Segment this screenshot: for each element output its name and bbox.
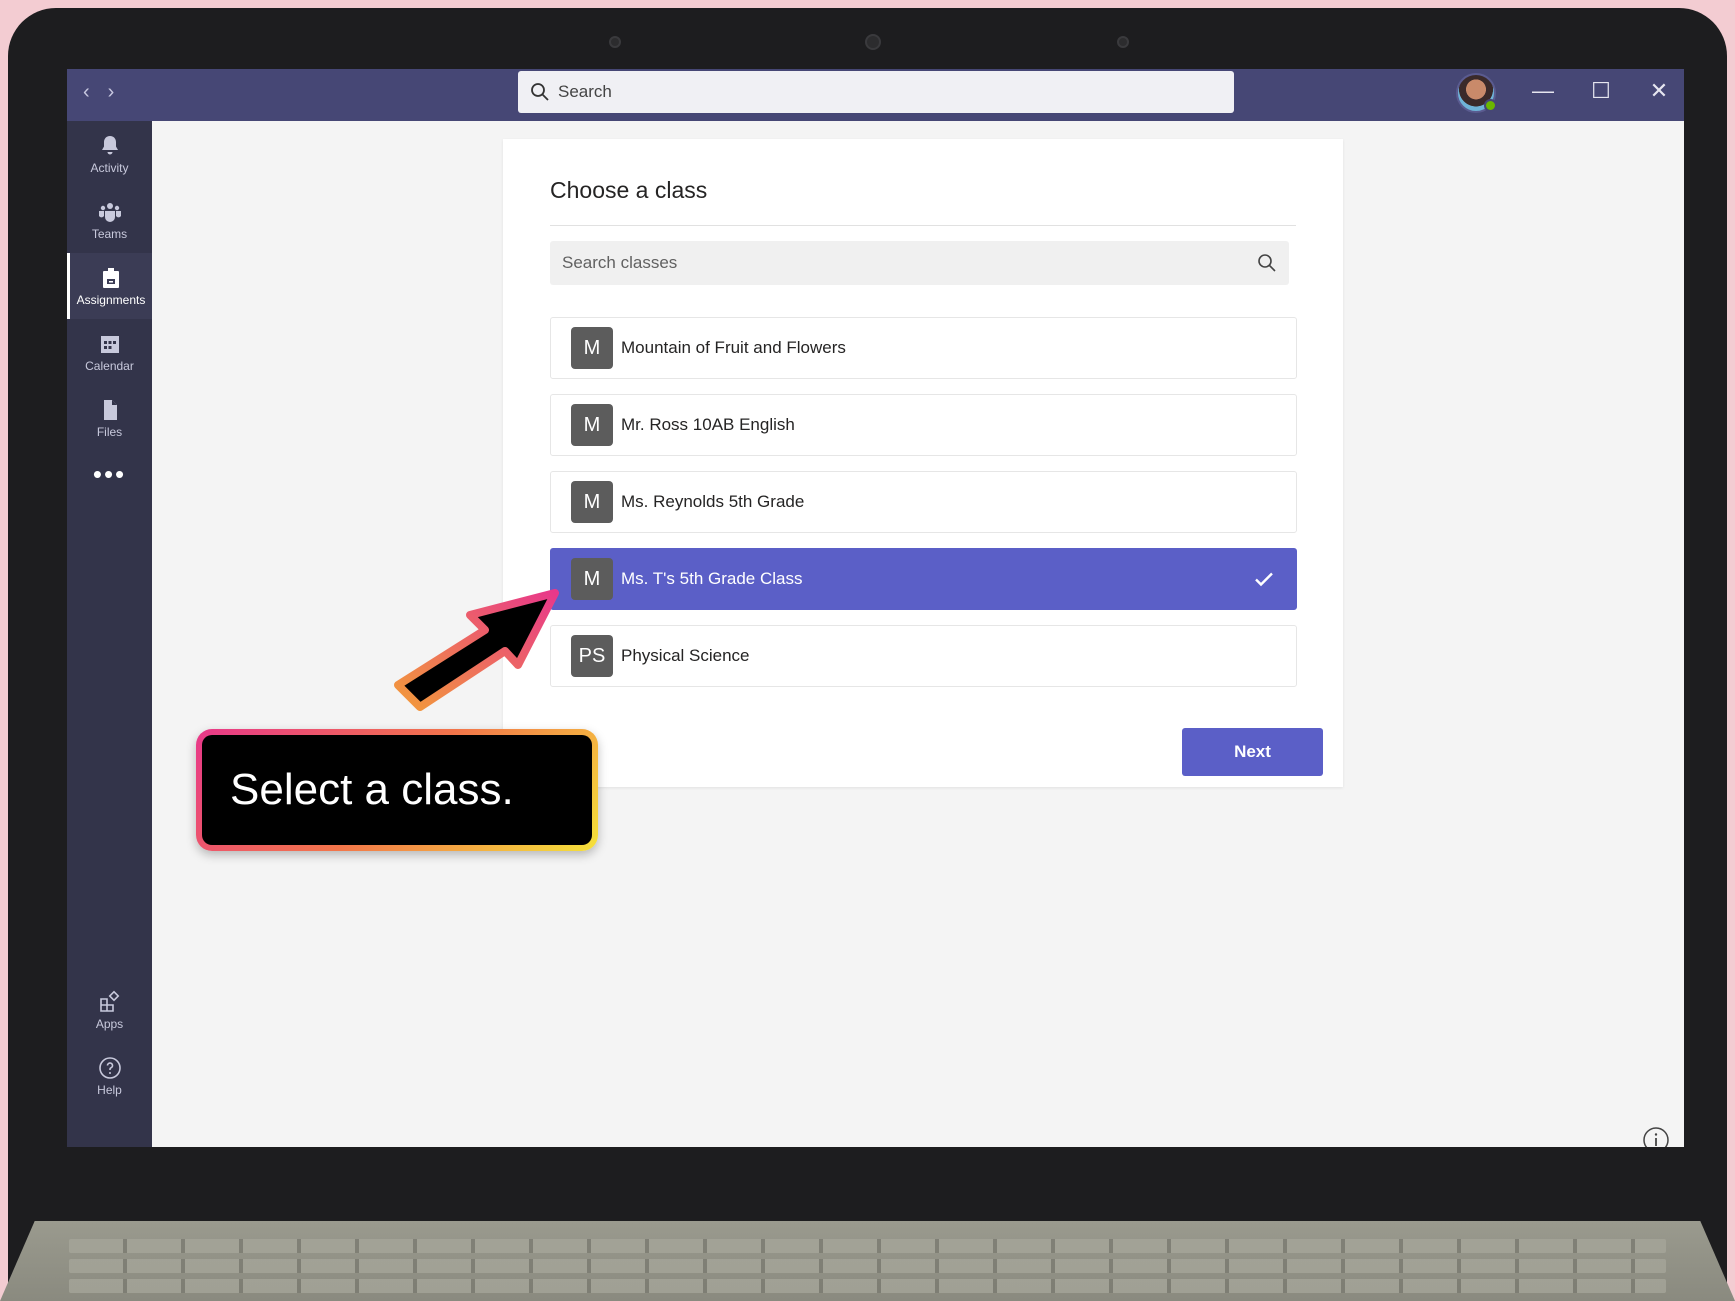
assignments-icon bbox=[103, 267, 119, 288]
history-nav: ‹ › bbox=[83, 81, 114, 104]
avatar[interactable] bbox=[1456, 73, 1497, 113]
dialog-title: Choose a class bbox=[550, 177, 708, 203]
rail-item-apps[interactable]: Apps bbox=[67, 977, 152, 1043]
class-item-ms-ts-5th-grade-class[interactable]: M Ms. T's 5th Grade Class bbox=[550, 548, 1297, 610]
main-content: Choose a class M Mountain of Fruit and F… bbox=[152, 121, 1684, 1147]
teams-icon bbox=[98, 202, 121, 222]
rail-item-files[interactable]: Files bbox=[67, 385, 152, 451]
rail-item-teams[interactable]: Teams bbox=[67, 187, 152, 253]
camera-sensor bbox=[1117, 36, 1129, 48]
class-item-mr-ross-10ab-english[interactable]: M Mr. Ross 10AB English bbox=[550, 394, 1297, 456]
rail-item-activity[interactable]: Activity bbox=[67, 121, 152, 187]
divider bbox=[550, 225, 1296, 226]
rail-item-assignments[interactable]: Assignments bbox=[67, 253, 152, 319]
class-avatar-tile: M bbox=[571, 327, 613, 369]
laptop-frame: ‹ › — ☐ ✕ Activity Te bbox=[8, 8, 1727, 1301]
class-search-input[interactable] bbox=[562, 253, 1257, 273]
rail-item-help[interactable]: Help bbox=[67, 1043, 152, 1109]
instruction-callout: Select a class. bbox=[196, 729, 598, 851]
global-search-box[interactable] bbox=[518, 71, 1234, 113]
minimize-button[interactable]: — bbox=[1532, 77, 1554, 105]
presence-badge bbox=[1484, 99, 1497, 112]
class-item-mountain-of-fruit-and-flowers[interactable]: M Mountain of Fruit and Flowers bbox=[550, 317, 1297, 379]
search-icon bbox=[531, 83, 549, 101]
choose-class-dialog: Choose a class M Mountain of Fruit and F… bbox=[503, 139, 1343, 787]
rail-item-calendar[interactable]: Calendar bbox=[67, 319, 152, 385]
calendar-icon bbox=[100, 335, 119, 353]
class-name: Mountain of Fruit and Flowers bbox=[621, 338, 846, 357]
class-avatar-tile: M bbox=[571, 404, 613, 446]
camera-sensor bbox=[609, 36, 621, 48]
class-avatar-tile: M bbox=[571, 481, 613, 523]
checkmark-icon bbox=[1255, 572, 1273, 587]
help-icon bbox=[98, 1056, 121, 1079]
title-bar: ‹ › — ☐ ✕ bbox=[67, 69, 1684, 121]
rail-item-label: Teams bbox=[91, 226, 128, 241]
class-name: Ms. Reynolds 5th Grade bbox=[621, 492, 805, 511]
rail-item-label: Files bbox=[96, 424, 123, 439]
apps-icon bbox=[99, 990, 119, 1012]
rail-item-label: Apps bbox=[95, 1016, 124, 1031]
search-icon[interactable] bbox=[1257, 253, 1277, 273]
window-controls: — ☐ ✕ bbox=[1532, 77, 1670, 105]
teams-window: ‹ › — ☐ ✕ Activity Te bbox=[67, 69, 1684, 1147]
class-item-ms-reynolds-5th-grade[interactable]: M Ms. Reynolds 5th Grade bbox=[550, 471, 1297, 533]
info-icon[interactable] bbox=[1642, 1126, 1670, 1147]
pointer-arrow-icon bbox=[394, 589, 559, 711]
app-rail: Activity Teams Assignments Calendar File… bbox=[67, 121, 152, 1147]
laptop-keyboard bbox=[0, 1221, 1735, 1301]
callout-text: Select a class. bbox=[202, 735, 592, 845]
rail-item-label: Activity bbox=[90, 160, 129, 175]
close-button[interactable]: ✕ bbox=[1648, 77, 1670, 105]
class-avatar-tile: PS bbox=[571, 635, 613, 677]
class-name: Ms. T's 5th Grade Class bbox=[621, 569, 803, 588]
back-button[interactable]: ‹ bbox=[83, 81, 90, 104]
class-search-box[interactable] bbox=[550, 241, 1289, 285]
bell-icon bbox=[101, 135, 118, 154]
class-name: Mr. Ross 10AB English bbox=[621, 415, 795, 434]
more-apps-button[interactable]: ••• bbox=[67, 459, 152, 490]
maximize-button[interactable]: ☐ bbox=[1590, 77, 1612, 105]
global-search-input[interactable] bbox=[558, 82, 1178, 102]
files-icon bbox=[103, 399, 117, 420]
forward-button[interactable]: › bbox=[108, 81, 115, 104]
class-avatar-tile: M bbox=[571, 558, 613, 600]
camera-lens bbox=[865, 34, 881, 50]
next-button[interactable]: Next bbox=[1182, 728, 1323, 776]
rail-item-label: Help bbox=[97, 1082, 122, 1097]
rail-item-label: Calendar bbox=[85, 358, 134, 373]
class-item-physical-science[interactable]: PS Physical Science bbox=[550, 625, 1297, 687]
rail-item-label: Assignments bbox=[76, 292, 146, 307]
class-name: Physical Science bbox=[621, 646, 750, 665]
